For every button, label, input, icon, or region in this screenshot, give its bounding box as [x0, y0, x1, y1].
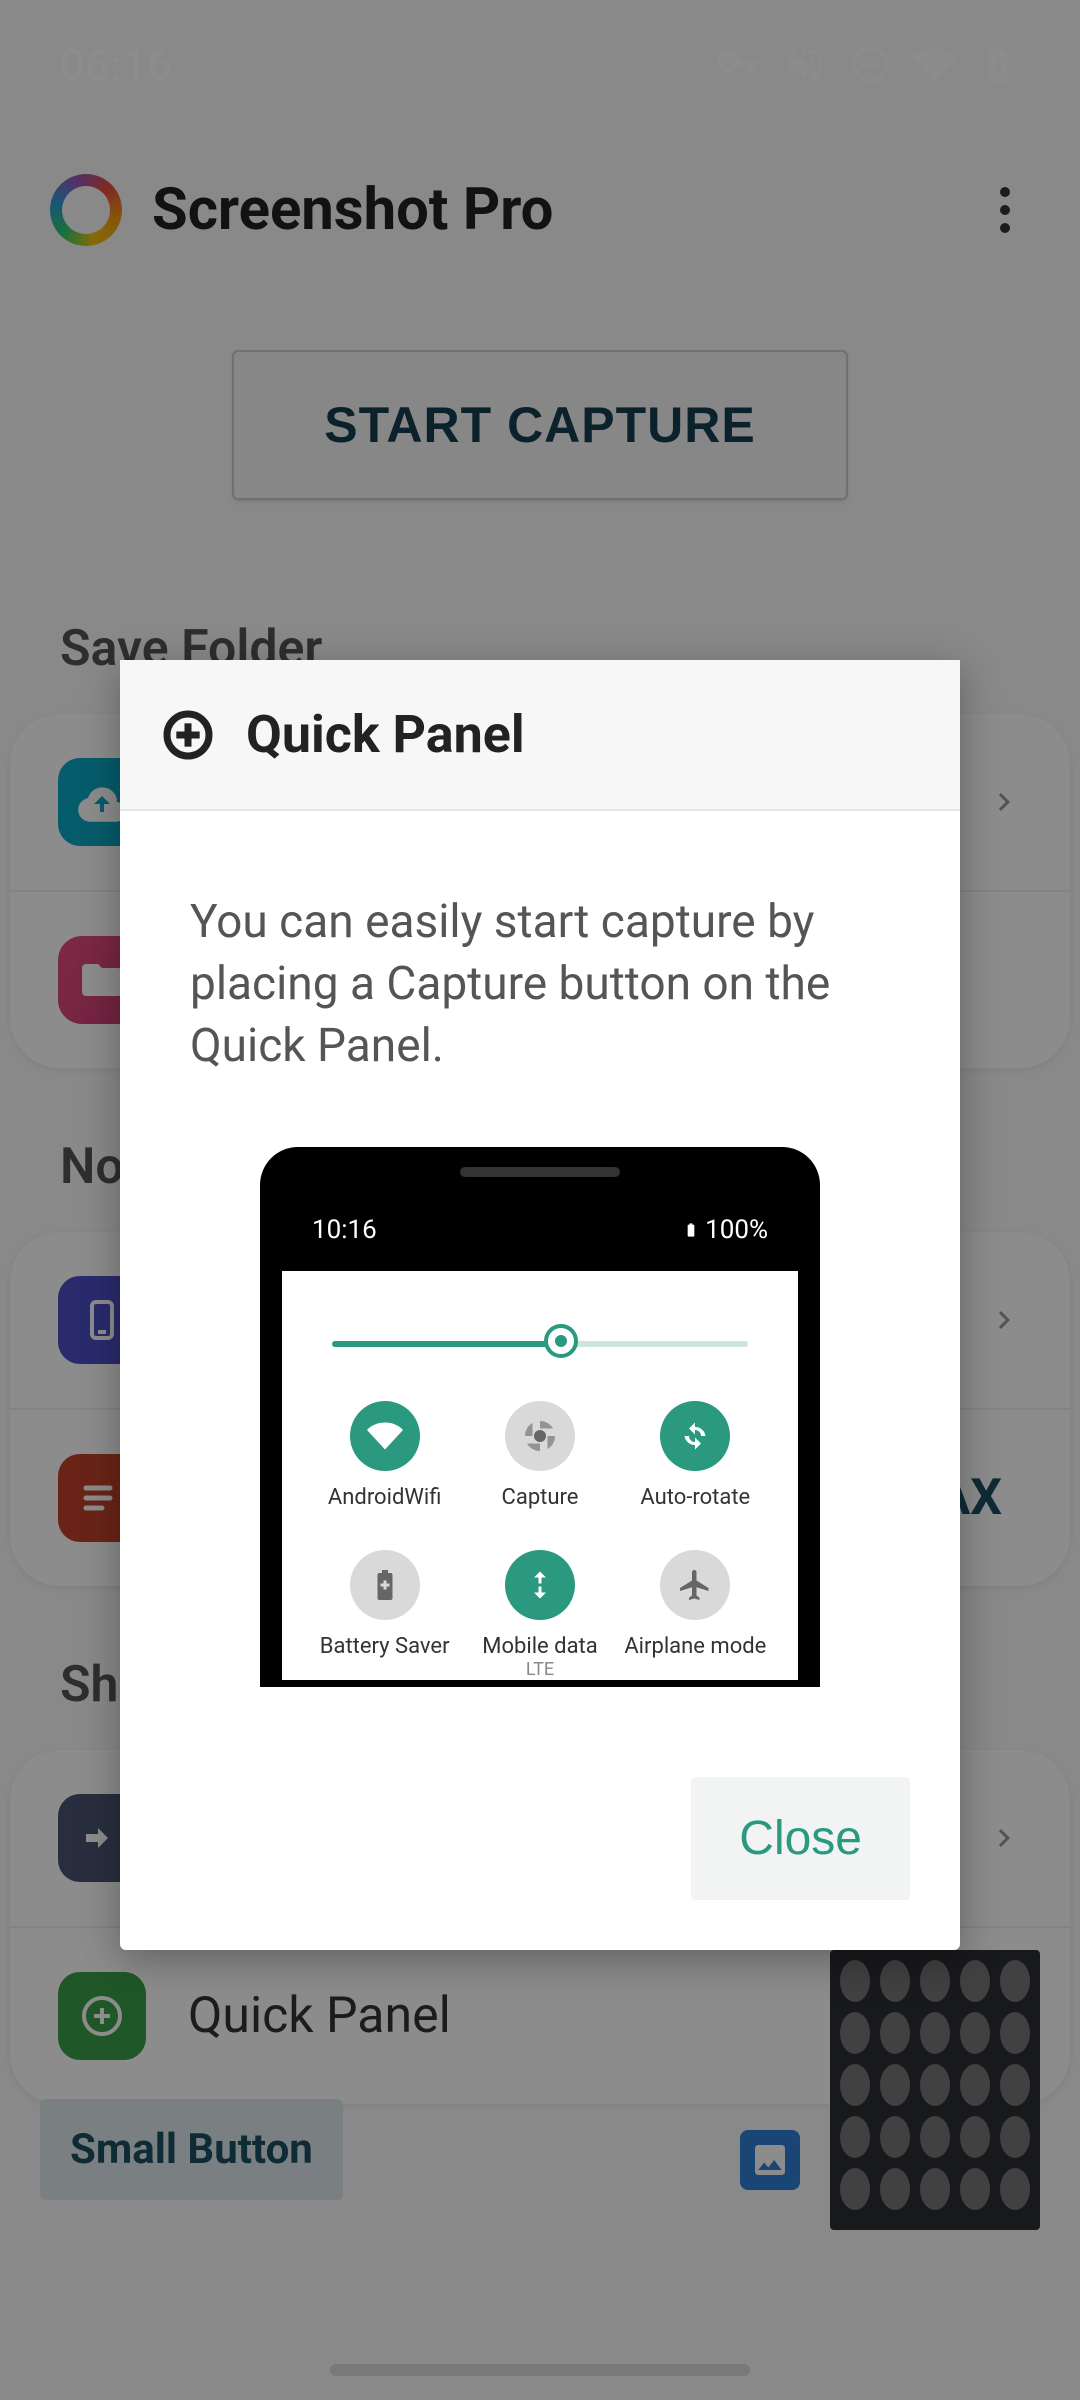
qs-tile-label: Airplane mode: [623, 1634, 768, 1659]
qs-tile-label: Auto-rotate: [623, 1485, 768, 1510]
qs-tile: Mobile dataLTE: [467, 1550, 612, 1680]
brightness-slider: [332, 1321, 748, 1361]
qs-tile-icon: [350, 1550, 420, 1620]
close-button[interactable]: Close: [691, 1777, 910, 1900]
qs-tile: AndroidWifi: [312, 1401, 457, 1510]
dialog-header: Quick Panel: [120, 660, 960, 811]
qs-tile-label: Capture: [467, 1485, 612, 1510]
qs-tile-icon: [505, 1401, 575, 1471]
dialog-title: Quick Panel: [246, 704, 525, 765]
qs-tile: Auto-rotate: [623, 1401, 768, 1510]
illus-battery: 100%: [705, 1215, 768, 1245]
qs-tile-label: Battery Saver: [312, 1634, 457, 1659]
qs-tile-icon: [505, 1550, 575, 1620]
qs-tile-label: AndroidWifi: [312, 1485, 457, 1510]
qs-tile-icon: [350, 1401, 420, 1471]
qs-tile-sublabel: LTE: [467, 1659, 612, 1680]
qs-tile-icon: [660, 1550, 730, 1620]
qs-tile: Battery Saver: [312, 1550, 457, 1680]
qs-tile-icon: [660, 1401, 730, 1471]
qs-tile: Capture: [467, 1401, 612, 1510]
illus-time: 10:16: [312, 1215, 377, 1245]
dialog-illustration: 10:16 100% AndroidWifi Capture Auto-rotate…: [260, 1147, 820, 1687]
quick-panel-dialog: Quick Panel You can easily start capture…: [120, 660, 960, 1950]
qs-tile: Airplane mode: [623, 1550, 768, 1680]
qs-tile-label: Mobile data: [467, 1634, 612, 1659]
add-circle-outline-icon: [160, 707, 216, 763]
dialog-description: You can easily start capture by placing …: [190, 891, 890, 1077]
